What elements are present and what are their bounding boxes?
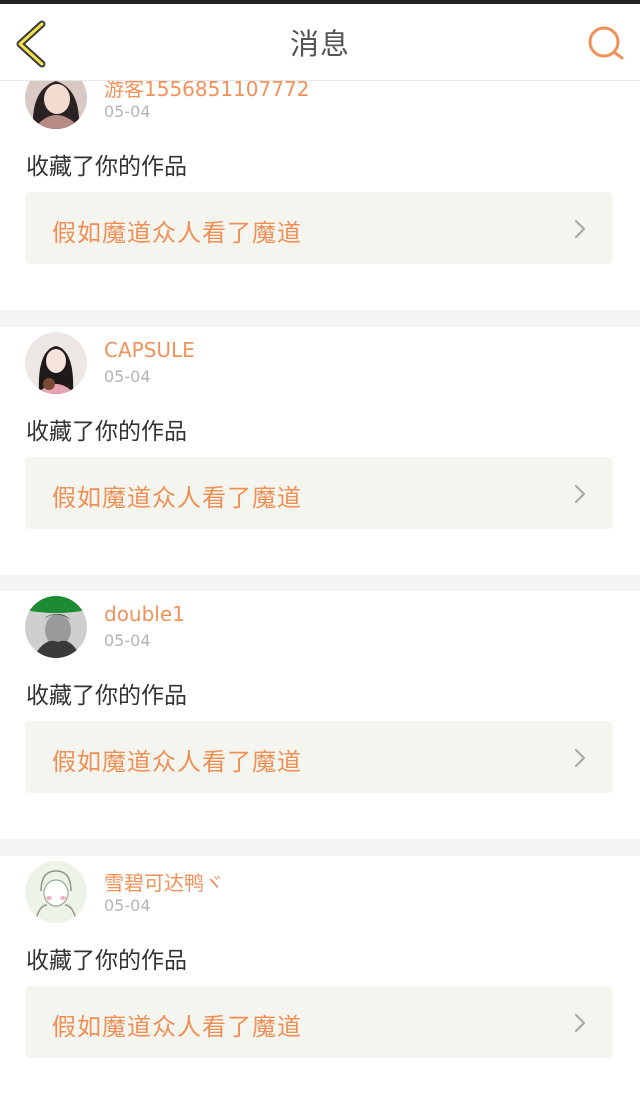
avatar[interactable] [25, 332, 87, 394]
avatar[interactable] [25, 861, 87, 923]
work-link[interactable]: 假如魔道众人看了魔道 [25, 457, 613, 529]
work-link[interactable]: 假如魔道众人看了魔道 [25, 986, 613, 1058]
timestamp: 05-04 [104, 102, 151, 121]
notification-card: 游客1556851107772 05-04 收藏了你的作品 假如魔道众人看了魔道 [0, 81, 640, 310]
action-text: 收藏了你的作品 [26, 154, 187, 180]
timestamp: 05-04 [104, 631, 151, 650]
notification-card: double1 05-04 收藏了你的作品 假如魔道众人看了魔道 [0, 591, 640, 839]
chevron-left-icon [16, 20, 46, 68]
work-title: 假如魔道众人看了魔道 [52, 219, 302, 247]
chevron-right-icon [574, 484, 586, 504]
work-title: 假如魔道众人看了魔道 [52, 1013, 302, 1041]
work-title: 假如魔道众人看了魔道 [52, 484, 302, 512]
chevron-right-icon [574, 219, 586, 239]
action-text: 收藏了你的作品 [26, 683, 187, 709]
notification-card: CAPSULE 05-04 收藏了你的作品 假如魔道众人看了魔道 [0, 327, 640, 575]
avatar[interactable] [25, 81, 87, 129]
action-text: 收藏了你的作品 [26, 419, 187, 445]
notification-list: 游客1556851107772 05-04 收藏了你的作品 假如魔道众人看了魔道… [0, 81, 640, 1101]
search-icon [588, 26, 624, 60]
chevron-right-icon [574, 748, 586, 768]
username[interactable]: 游客1556851107772 [104, 81, 309, 102]
work-link[interactable]: 假如魔道众人看了魔道 [25, 192, 613, 264]
avatar[interactable] [25, 596, 87, 658]
back-button[interactable] [14, 20, 54, 68]
username[interactable]: CAPSULE [104, 338, 195, 362]
action-text: 收藏了你的作品 [26, 948, 187, 974]
username[interactable]: double1 [104, 602, 185, 626]
top-nav-bar: 消息 [0, 4, 640, 81]
timestamp: 05-04 [104, 896, 151, 915]
page-title: 消息 [289, 27, 350, 61]
timestamp: 05-04 [104, 367, 151, 386]
username[interactable]: 雪碧可达鸭ヾ [104, 867, 224, 896]
notification-card: 雪碧可达鸭ヾ 05-04 收藏了你的作品 假如魔道众人看了魔道 [0, 856, 640, 1101]
work-link[interactable]: 假如魔道众人看了魔道 [25, 721, 613, 793]
work-title: 假如魔道众人看了魔道 [52, 748, 302, 776]
chevron-right-icon [574, 1013, 586, 1033]
search-button[interactable] [586, 24, 626, 64]
